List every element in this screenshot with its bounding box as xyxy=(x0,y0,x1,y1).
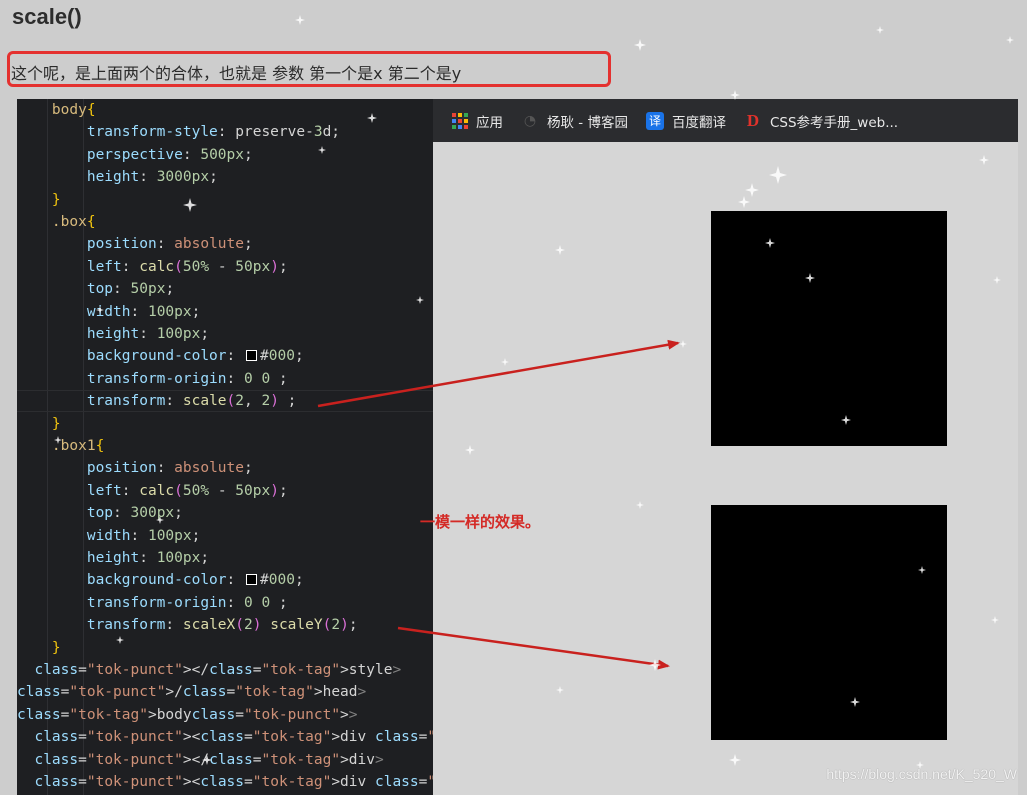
same-effect-caption: 一模一样的效果。 xyxy=(420,513,541,531)
bookmark-label: 杨耿 - 博客园 xyxy=(547,114,628,131)
scaled-box1 xyxy=(711,505,947,740)
scaled-box xyxy=(711,211,947,446)
bookmarks-bar: 应用 ◔ 杨耿 - 博客园 译 百度翻译 D CSS参考手册_web... xyxy=(433,99,1018,142)
bookmark-baidu-translate[interactable]: 译 百度翻译 xyxy=(645,111,726,131)
d-logo-icon: D xyxy=(746,110,760,130)
code-line: class="tok-tag">bodyclass="tok-punct">> xyxy=(17,706,358,723)
bookmark-css-manual[interactable]: D CSS参考手册_web... xyxy=(744,111,898,131)
code-line: class="tok-punct"></class="tok-tag">div> xyxy=(34,751,384,768)
code-line: } xyxy=(51,639,61,656)
code-line: height: 100px; xyxy=(86,326,210,342)
bookmark-label: CSS参考手册_web... xyxy=(769,114,899,131)
code-line: transform: scaleX(2) scaleY(2); xyxy=(86,617,358,634)
page-heading: scale() xyxy=(12,4,82,29)
embedded-screenshot: body{ transform-style: preserve-3d; pers… xyxy=(17,99,1018,795)
sparkle-star xyxy=(634,39,646,51)
code-line: height: 100px; xyxy=(86,550,210,566)
code-line: position: absolute; xyxy=(86,460,253,477)
code-line: .box1{ xyxy=(51,438,105,454)
code-line: transform-origin: 0 0 ; xyxy=(86,594,288,611)
code-line: } xyxy=(51,191,61,208)
watermark: https://blog.csdn.net/K_520_W xyxy=(826,766,1017,782)
code-line: } xyxy=(51,415,61,432)
sparkle-star xyxy=(295,15,305,25)
code-line: position: absolute; xyxy=(86,236,253,253)
browser-viewport: 应用 ◔ 杨耿 - 博客园 译 百度翻译 D CSS参考手册_web... xyxy=(433,99,1018,795)
code-line: width: 100px; xyxy=(86,303,201,320)
code-line: class="tok-punct">/class="tok-tag">head> xyxy=(17,684,367,701)
translate-icon: 译 xyxy=(645,111,664,130)
bookmark-label: 百度翻译 xyxy=(671,114,726,131)
code-line: class="tok-punct"><class="tok-tag">div c… xyxy=(34,774,433,790)
code-line: height: 3000px; xyxy=(86,169,218,186)
code-editor: body{ transform-style: preserve-3d; pers… xyxy=(17,99,433,795)
bookmark-cnblogs[interactable]: ◔ 杨耿 - 博客园 xyxy=(521,111,628,131)
bookmark-label: 应用 xyxy=(476,114,503,131)
code-line: class="tok-punct"><class="tok-tag">div c… xyxy=(34,729,433,746)
cnblogs-icon: ◔ xyxy=(523,112,537,129)
apps-grid-icon xyxy=(452,112,468,129)
code-line: left: calc(50% - 50px); xyxy=(86,258,288,275)
sparkle-star xyxy=(1006,36,1014,44)
code-line: top: 300px; xyxy=(86,505,183,522)
code-line: .box{ xyxy=(51,214,96,230)
code-line: transform: scale(2, 2) ; xyxy=(86,393,297,410)
code-line: top: 50px; xyxy=(86,281,175,298)
code-line: left: calc(50% - 50px); xyxy=(86,482,288,499)
sparkle-star xyxy=(876,26,884,34)
code-line: width: 100px; xyxy=(86,527,201,544)
code-line: body{ xyxy=(51,102,96,118)
note-text: 这个呢，是上面两个的合体，也就是 参数 第一个是x 第二个是y xyxy=(11,64,462,83)
code-line: transform-style: preserve-3d; xyxy=(86,124,341,141)
code-line: class="tok-punct"></class="tok-tag">styl… xyxy=(34,662,402,678)
bookmark-apps[interactable]: 应用 xyxy=(452,111,503,131)
code-line: transform-origin: 0 0 ; xyxy=(86,370,288,387)
code-line: perspective: 500px; xyxy=(86,146,253,163)
code-line: background-color: #000; xyxy=(86,572,304,589)
code-line: background-color: #000; xyxy=(86,348,304,365)
